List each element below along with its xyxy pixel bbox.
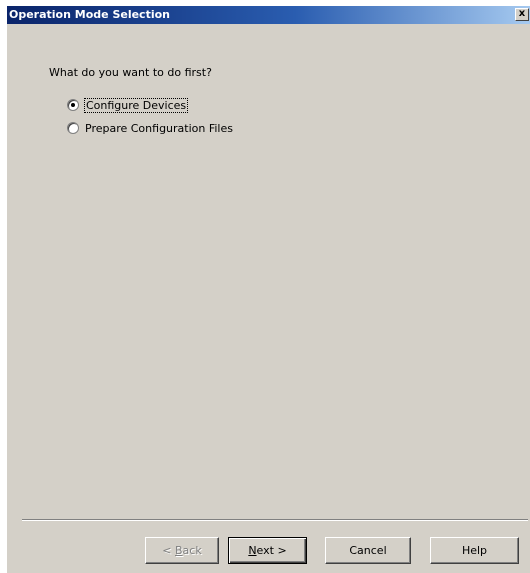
close-icon: x xyxy=(518,8,526,19)
radio-prepare-configuration-files[interactable]: Prepare Configuration Files xyxy=(67,120,233,136)
question-label: What do you want to do first? xyxy=(49,66,212,79)
button-separator xyxy=(22,519,528,521)
next-mnemonic: N xyxy=(248,544,257,557)
dialog-window: Operation Mode Selection x What do you w… xyxy=(6,6,530,573)
radio-configure-devices[interactable]: Configure Devices xyxy=(67,97,189,113)
cancel-button[interactable]: Cancel xyxy=(325,537,411,564)
back-mnemonic: B xyxy=(175,544,183,557)
window-title: Operation Mode Selection xyxy=(9,8,170,21)
radio-label[interactable]: Prepare Configuration Files xyxy=(85,122,233,135)
back-button[interactable]: < Back xyxy=(145,537,219,564)
close-button[interactable]: x xyxy=(515,8,529,21)
radio-button-icon[interactable] xyxy=(67,122,79,134)
help-button[interactable]: Help xyxy=(430,537,519,564)
next-button[interactable]: Next > xyxy=(228,537,307,564)
title-bar[interactable]: Operation Mode Selection x xyxy=(7,6,530,24)
radio-button-icon[interactable] xyxy=(67,99,79,111)
radio-label[interactable]: Configure Devices xyxy=(83,97,189,113)
next-rest: ext > xyxy=(256,544,287,557)
back-prefix: < xyxy=(162,544,175,557)
back-rest: ack xyxy=(182,544,202,557)
radio-selected-dot xyxy=(71,103,75,107)
